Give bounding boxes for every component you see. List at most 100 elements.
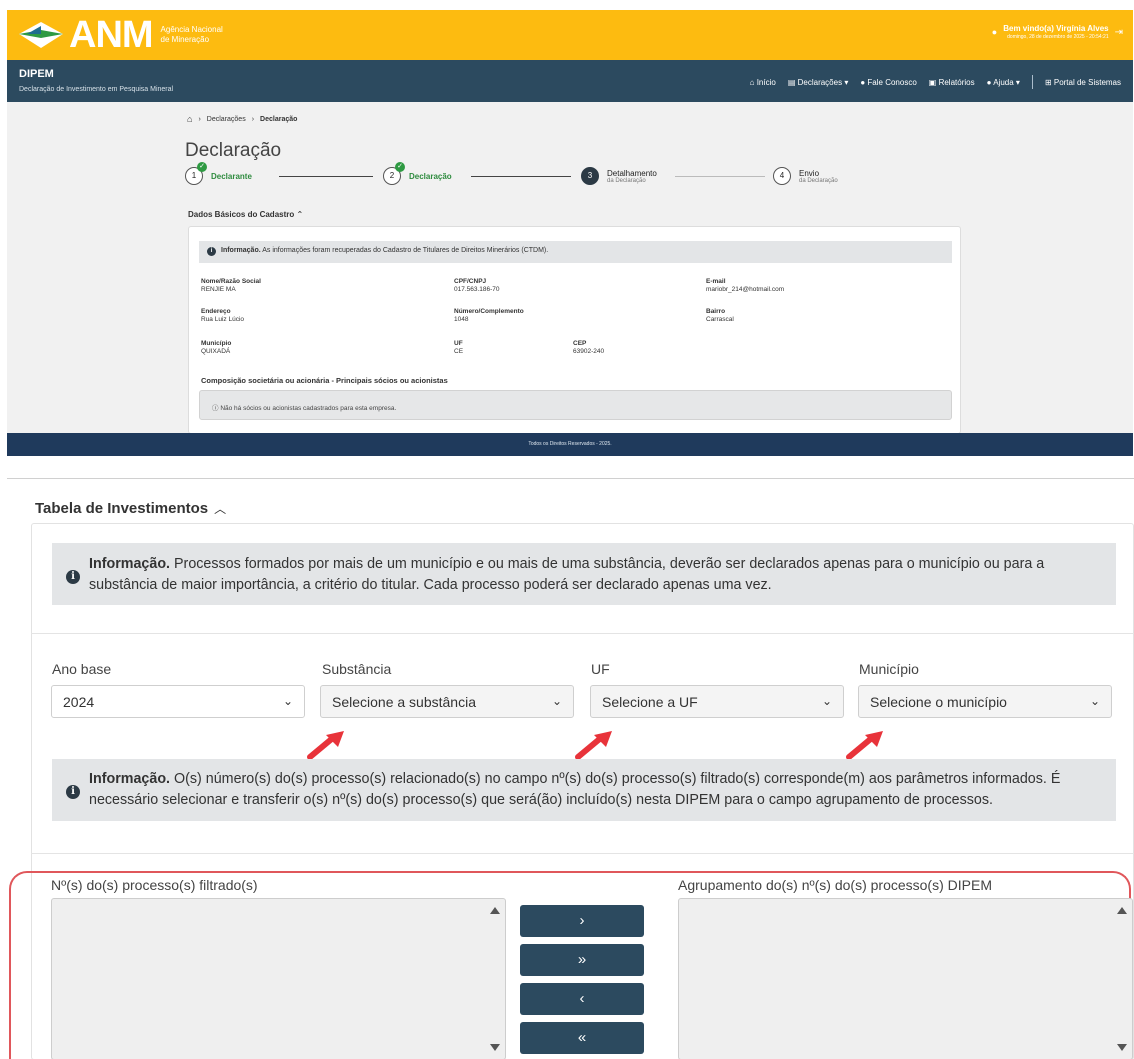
base-year-label: Ano base <box>52 661 112 677</box>
breadcrumb-separator: › <box>251 115 255 123</box>
step-2-label: Declaração <box>409 171 452 181</box>
section-divider <box>31 853 1134 854</box>
system-brand: DIPEM Declaração de Investimento em Pesq… <box>19 68 173 93</box>
step-4-subtitle: da Declaração <box>799 177 838 184</box>
chevron-down-icon: ⌄ <box>551 694 562 708</box>
home-icon[interactable]: ⌂ <box>187 114 192 124</box>
anm-diamond-icon <box>17 20 65 50</box>
step-4-label: Envio da Declaração <box>799 169 838 184</box>
nav-contact[interactable]: ● Fale Conosco <box>860 78 916 87</box>
composition-title: Composição societária ou acionária - Pri… <box>201 376 448 385</box>
uf-label: UF <box>591 661 610 677</box>
info-alert-text: O(s) número(s) do(s) processo(s) relacio… <box>89 771 1061 808</box>
top-header-bar: ANM Agência Nacional de Mineração ● Bem … <box>7 10 1133 60</box>
list-scrollbar[interactable] <box>485 899 505 1059</box>
info-icon: i <box>207 247 216 256</box>
scroll-down-icon[interactable] <box>490 1044 500 1051</box>
nav-reports[interactable]: ▣ Relatórios <box>929 78 975 87</box>
grouped-processes-list[interactable] <box>678 898 1133 1059</box>
field-address: Endereço Rua Luiz Lúcio <box>201 308 244 323</box>
main-navbar: DIPEM Declaração de Investimento em Pesq… <box>7 60 1133 102</box>
step-1[interactable]: 1 ✓ Declarante <box>185 162 252 185</box>
nav-contact-label: Fale Conosco <box>867 77 917 87</box>
move-selected-right-button[interactable]: › <box>520 905 644 937</box>
step-2[interactable]: 2 ✓ Declaração <box>383 162 452 185</box>
field-cpf: CPF/CNPJ 017.563.186-70 <box>454 278 500 293</box>
nav-help[interactable]: ● Ajuda ▾ <box>987 78 1020 87</box>
base-year-value: 2024 <box>63 694 95 710</box>
nav-help-label: Ajuda <box>993 77 1014 87</box>
move-all-left-button[interactable]: « <box>520 1022 644 1054</box>
list-scrollbar[interactable] <box>1112 899 1132 1059</box>
info-alert-text: As informações foram recuperadas do Cada… <box>260 247 549 254</box>
nav-links: ⌂ Início ▤ Declarações ▾ ● Fale Conosco … <box>750 75 1121 89</box>
field-neighborhood: Bairro Carrascal <box>706 308 734 323</box>
nav-declarations[interactable]: ▤ Declarações ▾ <box>788 78 849 87</box>
chevron-down-icon: ⌄ <box>282 694 293 708</box>
move-selected-left-button[interactable]: ‹ <box>520 983 644 1015</box>
report-icon: ▣ <box>928 77 937 87</box>
current-datetime: domingo, 28 de dezembro de 2025 - 20:54:… <box>1007 34 1109 40</box>
field-email: E-mail mariobr_214@hotmail.com <box>706 278 785 293</box>
municipality-value: Selecione o município <box>870 694 1007 710</box>
scroll-down-icon[interactable] <box>1117 1044 1127 1051</box>
declaration-page-screenshot: ANM Agência Nacional de Mineração ● Bem … <box>7 10 1133 456</box>
breadcrumb-separator: › <box>198 115 201 123</box>
document-icon: ▤ <box>787 77 796 87</box>
no-partners-alert: ⓘ Não há sócios ou acionistas cadastrado… <box>199 390 952 420</box>
move-all-right-button[interactable]: » <box>520 944 644 976</box>
info-icon: i <box>66 785 80 799</box>
basic-data-card: i Informação. As informações foram recup… <box>188 226 961 434</box>
step-2-circle: 2 ✓ <box>383 162 405 185</box>
user-info: ● Bem vindo(a) Virgínia Alves domingo, 2… <box>992 24 1123 40</box>
no-partners-text: Não há sócios ou acionistas cadastrados … <box>220 405 397 412</box>
field-city: Município QUIXADÁ <box>201 340 232 355</box>
question-icon: ● <box>986 77 992 87</box>
step-3-title: Detalhamento <box>607 168 657 178</box>
brand-title: DIPEM <box>19 68 54 80</box>
base-year-select[interactable]: 2024 ⌄ <box>51 685 305 718</box>
municipality-select[interactable]: Selecione o município ⌄ <box>858 685 1112 718</box>
basic-data-section-title: Dados Básicos do Cadastro <box>188 210 295 219</box>
step-connector <box>675 176 765 177</box>
uf-select[interactable]: Selecione a UF ⌄ <box>590 685 844 718</box>
nav-portal[interactable]: ⊞ Portal de Sistemas <box>1045 78 1121 87</box>
info-icon: i <box>66 570 80 584</box>
substance-value: Selecione a substância <box>332 694 476 710</box>
info-alert-processes: i Informação. Processos formados por mai… <box>52 543 1116 605</box>
red-arrow-icon <box>846 731 883 760</box>
filtered-processes-list[interactable] <box>51 898 506 1059</box>
chevron-down-icon: ⌄ <box>1089 694 1100 708</box>
scroll-up-icon[interactable] <box>490 907 500 914</box>
nav-reports-label: Relatórios <box>938 77 975 87</box>
step-3[interactable]: 3 Detalhamento da Declaração <box>581 167 657 185</box>
nav-declarations-label: Declarações <box>797 77 843 87</box>
municipality-label: Município <box>859 661 919 677</box>
logo-text: ANM <box>69 14 154 56</box>
info-circle-icon: ⓘ <box>212 405 219 412</box>
investment-section-title: Tabela de Investimentos <box>35 500 209 517</box>
nav-home[interactable]: ⌂ Início <box>750 78 776 87</box>
scroll-up-icon[interactable] <box>1117 907 1127 914</box>
info-alert: i Informação. As informações foram recup… <box>199 241 952 263</box>
caret-down-icon: ▾ <box>1015 77 1020 87</box>
investment-section-toggle[interactable]: Tabela de Investimentos ︿ <box>35 500 226 517</box>
step-4-title: Envio <box>799 168 820 178</box>
logo-subtitle: Agência Nacional de Mineração <box>160 25 223 44</box>
home-icon: ⌂ <box>749 77 755 87</box>
basic-data-section-toggle[interactable]: Dados Básicos do Cadastro ⌃ <box>188 210 303 219</box>
field-name: Nome/Razão Social RENJIE MA <box>201 278 261 293</box>
step-3-label: Detalhamento da Declaração <box>607 169 657 184</box>
user-icon: ● <box>991 27 998 37</box>
red-arrow-icon <box>307 731 344 760</box>
brand-subtitle: Declaração de Investimento em Pesquisa M… <box>19 86 174 93</box>
anm-logo[interactable]: ANM Agência Nacional de Mineração <box>17 14 231 56</box>
check-icon: ✓ <box>197 162 207 172</box>
logout-icon[interactable]: ⇥ <box>1115 27 1123 38</box>
breadcrumb: ⌂ › Declarações › Declaração <box>187 114 297 124</box>
substance-select[interactable]: Selecione a substância ⌄ <box>320 685 574 718</box>
breadcrumb-declarations[interactable]: Declarações <box>207 116 246 123</box>
info-alert-title: Informação. <box>221 247 261 254</box>
step-4[interactable]: 4 Envio da Declaração <box>773 167 838 185</box>
chat-icon: ● <box>860 77 866 87</box>
